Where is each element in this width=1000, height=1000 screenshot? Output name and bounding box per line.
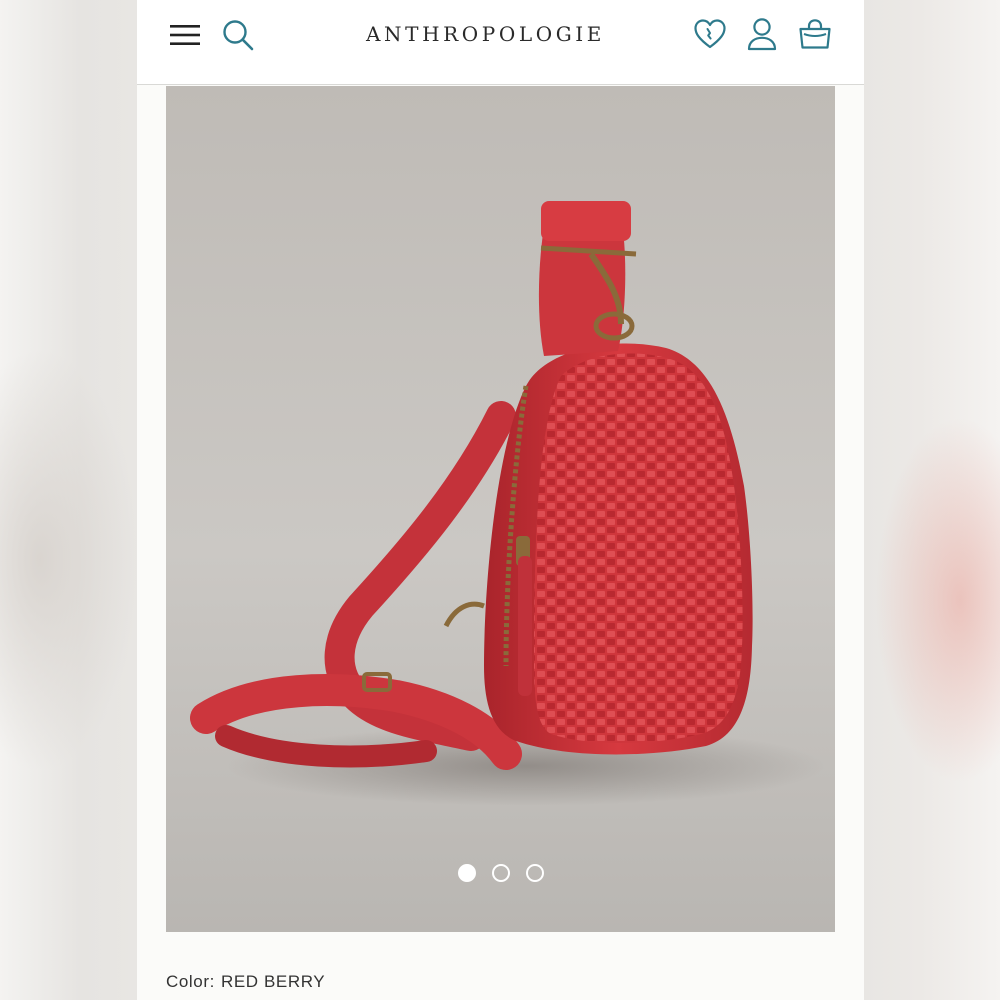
carousel-dot-3[interactable] xyxy=(525,864,544,882)
color-value: RED BERRY xyxy=(220,972,326,991)
mobile-page: ANTHROPOLOGIE Color: RED BERRY xyxy=(137,0,864,1000)
site-header: ANTHROPOLOGIE xyxy=(137,0,864,85)
carousel-dot-1[interactable] xyxy=(457,864,476,882)
menu-button[interactable] xyxy=(167,17,203,53)
hamburger-menu-icon xyxy=(170,25,200,45)
product-photo xyxy=(166,86,835,932)
carousel-pagination xyxy=(166,864,835,882)
search-icon xyxy=(223,20,254,51)
color-label: Color: xyxy=(166,972,215,991)
carousel-dot-2[interactable] xyxy=(491,864,510,882)
heart-icon xyxy=(694,19,726,49)
brand-logo[interactable]: ANTHROPOLOGIE xyxy=(337,21,634,47)
account-button[interactable] xyxy=(743,14,781,54)
search-button[interactable] xyxy=(219,16,257,54)
product-color: Color: RED BERRY xyxy=(166,972,325,996)
shopping-bag-button[interactable] xyxy=(795,15,835,53)
product-image-carousel[interactable] xyxy=(166,86,835,932)
user-icon xyxy=(747,18,777,51)
shopping-bag-icon xyxy=(799,19,831,49)
wishlist-button[interactable] xyxy=(691,14,729,54)
